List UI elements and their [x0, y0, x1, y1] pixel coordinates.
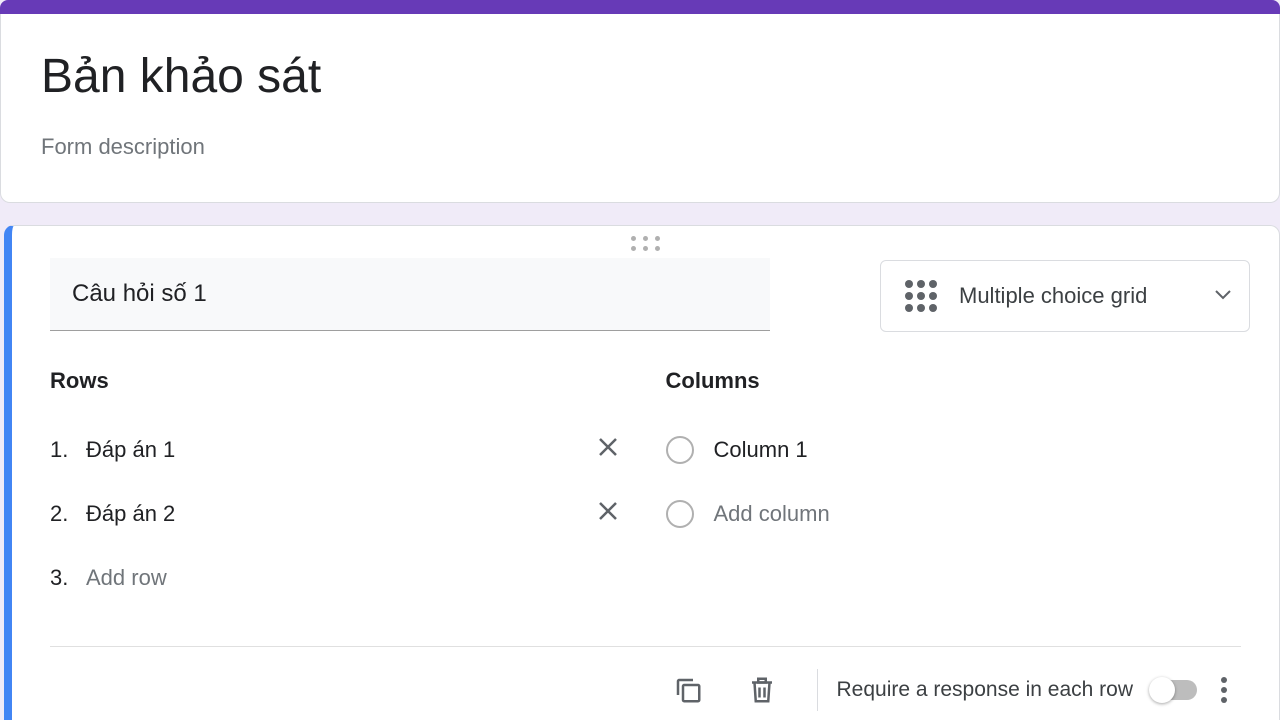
grid-icon — [905, 280, 937, 312]
column-label-input[interactable]: Column 1 — [714, 437, 1242, 463]
rows-header: Rows — [50, 368, 626, 394]
add-row-label: Add row — [86, 565, 626, 591]
remove-row-button[interactable] — [590, 429, 626, 471]
columns-column: Columns Column 1 Add column — [666, 368, 1242, 610]
rows-column: Rows 1. Đáp án 1 2. Đáp án 2 3. — [50, 368, 626, 610]
question-text-input[interactable] — [50, 258, 770, 331]
row-number: 1. — [50, 437, 86, 463]
row-number: 3. — [50, 565, 86, 591]
require-response-toggle[interactable] — [1151, 680, 1197, 700]
form-accent-bar — [0, 0, 1280, 14]
question-card: Multiple choice grid Rows 1. Đáp án 1 2. — [4, 225, 1280, 720]
row-item: 2. Đáp án 2 — [50, 482, 626, 546]
question-type-selector[interactable]: Multiple choice grid — [880, 260, 1250, 332]
add-column-item[interactable]: Add column — [666, 482, 1242, 546]
row-number: 2. — [50, 501, 86, 527]
columns-header: Columns — [666, 368, 1242, 394]
more-options-button[interactable] — [1207, 667, 1241, 713]
add-row-item[interactable]: 3. Add row — [50, 546, 626, 610]
require-response-label: Require a response in each row — [836, 678, 1133, 702]
divider — [50, 646, 1241, 647]
vertical-divider — [817, 669, 818, 711]
chevron-down-icon — [1215, 287, 1231, 305]
form-title[interactable]: Bản khảo sát — [41, 48, 1239, 106]
question-toolbar: Require a response in each row — [50, 665, 1241, 715]
row-label-input[interactable]: Đáp án 1 — [86, 437, 590, 463]
row-item: 1. Đáp án 1 — [50, 418, 626, 482]
question-type-label: Multiple choice grid — [959, 283, 1193, 309]
add-column-label: Add column — [714, 501, 1242, 527]
delete-button[interactable] — [725, 665, 799, 715]
column-item: Column 1 — [666, 418, 1242, 482]
radio-icon — [666, 436, 694, 464]
row-label-input[interactable]: Đáp án 2 — [86, 501, 590, 527]
drag-handle-icon[interactable] — [50, 226, 1241, 256]
duplicate-button[interactable] — [651, 665, 725, 715]
radio-icon — [666, 500, 694, 528]
form-description[interactable]: Form description — [41, 134, 1239, 160]
form-header-card: Bản khảo sát Form description — [0, 14, 1280, 203]
remove-row-button[interactable] — [590, 493, 626, 535]
